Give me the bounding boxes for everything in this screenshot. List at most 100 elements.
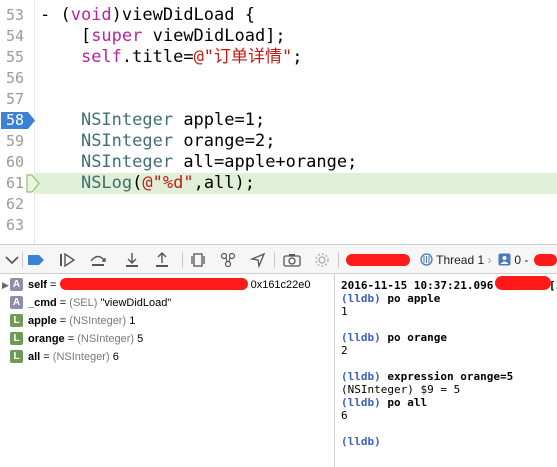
view-hierarchy-icon[interactable] (188, 250, 208, 270)
lldb-prompt: (lldb) (341, 292, 381, 305)
line-number: 54 (5, 27, 24, 45)
frame-label: 0 - (514, 253, 529, 267)
line-number: 60 (5, 153, 24, 171)
variable-type: (NSInteger) (69, 315, 130, 327)
program-counter-icon[interactable] (26, 174, 40, 193)
line-number: 53 (5, 6, 24, 24)
variable-name: apple (28, 315, 57, 327)
toolbar-separator (22, 252, 23, 268)
code-token: .title= (121, 47, 194, 67)
settings-icon[interactable] (312, 250, 332, 270)
code-line-63[interactable]: 63 (0, 215, 557, 236)
lldb-prompt: (lldb) (341, 396, 381, 409)
variable-type: (NSInteger) (52, 351, 113, 363)
variable-type: (SEL) (69, 297, 101, 309)
code-token: void (70, 5, 112, 25)
frame-selector[interactable]: 0 - (498, 251, 528, 269)
code-token: viewDidLoad]; (142, 26, 286, 46)
variable-row-orange[interactable]: Lorange = (NSInteger) 5 (0, 330, 334, 348)
continue-icon[interactable] (58, 250, 78, 270)
code-token: all=apple+orange; (173, 152, 358, 172)
argument-badge-icon: A (10, 296, 23, 309)
breakpoint-toggle-icon[interactable] (26, 250, 46, 270)
code-token: [ (40, 26, 92, 46)
code-line-56[interactable]: 56 (0, 68, 557, 89)
console-output[interactable]: 2016-11-15 10:37:21.096 [1 (lldb) po app… (335, 274, 557, 467)
step-over-icon[interactable] (88, 250, 108, 270)
toolbar-separator (274, 252, 275, 268)
code-line-62[interactable]: 62 (0, 194, 557, 215)
code-line-61[interactable]: 61 NSLog(@"%d",all); (6, 173, 557, 194)
thread-icon (420, 253, 433, 266)
console-command: (lldb) expression orange=5 (341, 370, 513, 383)
thread-selector[interactable]: Thread 1 › (420, 251, 492, 269)
code-line-58[interactable]: 58 NSInteger apple=1; (0, 110, 557, 131)
code-line-60[interactable]: 60 NSInteger all=apple+orange; (0, 152, 557, 173)
code-text: NSLog(@"%d",all); (40, 173, 255, 194)
code-line-53[interactable]: 53 - (void)viewDidLoad { (0, 5, 557, 26)
local-badge-icon: L (10, 314, 23, 327)
line-number: 59 (5, 132, 24, 150)
code-token: NSInteger (80, 131, 174, 151)
variable-row-apple[interactable]: Lapple = (NSInteger) 1 (0, 312, 334, 330)
console-output-line: 1 (341, 305, 348, 318)
command-text: po orange (380, 331, 447, 344)
redaction-mark (534, 254, 557, 266)
variable-name: orange (28, 333, 65, 345)
console-log-timestamp: 2016-11-15 10:37:21.096 (341, 279, 494, 292)
redaction-mark (495, 276, 551, 290)
console-command: (lldb) po orange (341, 331, 447, 344)
code-text: NSInteger all=apple+orange; (40, 152, 357, 173)
variable-text: orange = (NSInteger) 5 (28, 333, 144, 345)
variable-type: (NSInteger) (77, 333, 138, 345)
code-text: - (void)viewDidLoad { (40, 5, 255, 26)
command-text: expression orange=5 (380, 370, 514, 383)
thread-label: Thread 1 (436, 253, 485, 267)
variables-view[interactable]: ▶ Aself = 0x161c22e0 A _cmd = (SEL) "viewDi… (0, 274, 334, 467)
code-line-59[interactable]: 59 NSInteger orange=2; (0, 131, 557, 152)
memory-graph-icon[interactable] (218, 250, 238, 270)
variable-text: apple = (NSInteger) 1 (28, 315, 136, 327)
simulate-location-icon[interactable] (248, 250, 268, 270)
command-text: po apple (380, 292, 441, 305)
code-text: NSInteger apple=1; (40, 110, 265, 131)
step-out-icon[interactable] (152, 250, 172, 270)
camera-icon[interactable] (282, 250, 302, 270)
variable-name: self (28, 279, 47, 291)
code-token: NSLog (80, 173, 133, 193)
variable-value: 1 (129, 315, 136, 327)
disclosure-triangle-icon[interactable]: ▶ (2, 276, 9, 294)
code-text: self.title=@"订单详情"; (40, 47, 303, 68)
variable-value: 6 (112, 351, 119, 363)
variable-row-cmd[interactable]: A _cmd = (SEL) "viewDidLoad" (0, 294, 334, 312)
redaction-mark (59, 278, 248, 290)
line-number: 61 (5, 174, 24, 192)
toolbar-separator (338, 252, 339, 268)
code-line-57[interactable]: 57 (0, 89, 557, 110)
code-line-54[interactable]: 54 [super viewDidLoad]; (0, 26, 557, 47)
frame-icon (498, 253, 511, 266)
path-chevron-icon: › (487, 253, 492, 267)
code-token: )viewDidLoad { (111, 5, 255, 25)
lldb-prompt: (lldb) (341, 331, 381, 344)
code-token: ,all); (193, 173, 255, 193)
variable-row-all[interactable]: Lall = (NSInteger) 6 (0, 348, 334, 366)
step-into-icon[interactable] (122, 250, 142, 270)
code-line-55[interactable]: 55 self.title=@"订单详情"; (0, 47, 557, 68)
code-token: orange=2; (173, 131, 276, 151)
local-badge-icon: L (10, 350, 23, 363)
source-editor[interactable]: 53- (void)viewDidLoad {54 [super viewDid… (0, 0, 557, 244)
console-log-tail: [1 (549, 279, 557, 292)
variable-row-self[interactable]: ▶ Aself = 0x161c22e0 (0, 276, 334, 294)
line-number: 63 (5, 216, 24, 234)
console-output-line: 2 (341, 344, 348, 357)
variable-text: all = (NSInteger) 6 (28, 351, 119, 363)
code-token: - ( (40, 5, 71, 25)
hide-debug-area-icon[interactable] (2, 250, 22, 270)
code-token: super (91, 26, 143, 46)
code-text: NSInteger orange=2; (40, 131, 275, 152)
code-token: self (80, 47, 122, 67)
